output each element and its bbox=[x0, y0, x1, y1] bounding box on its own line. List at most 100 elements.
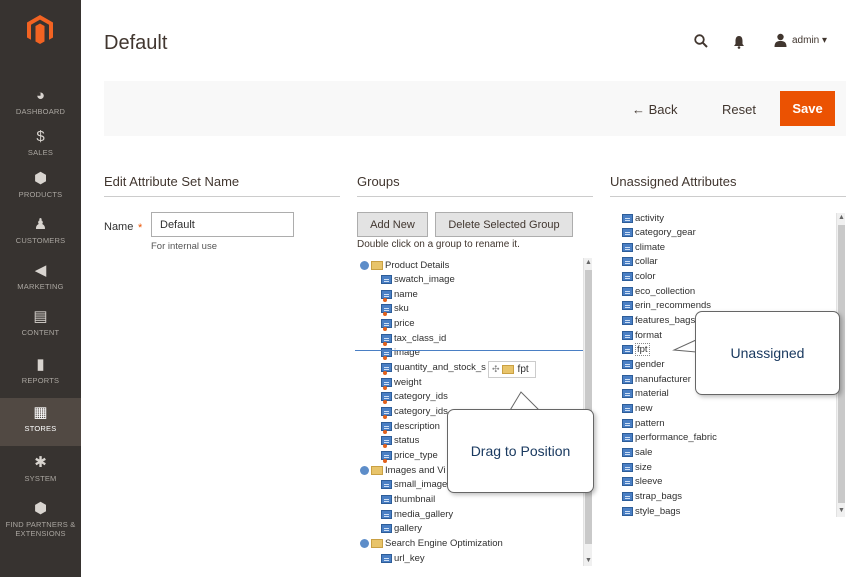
sidebar-item-dashboard[interactable]: ◕ DASHBOARD bbox=[0, 87, 81, 133]
tree-group[interactable]: Search Engine Optimization bbox=[360, 536, 503, 550]
tree-attribute[interactable]: url_key bbox=[381, 551, 425, 565]
reset-button[interactable]: Reset bbox=[722, 102, 756, 117]
bar-chart-icon: ▮ bbox=[36, 356, 45, 373]
unassigned-attribute[interactable]: style_bags bbox=[622, 504, 680, 518]
unassigned-attribute[interactable]: sale bbox=[622, 445, 652, 459]
unassigned-attribute[interactable]: strap_bags bbox=[622, 489, 682, 503]
sidebar-item-products[interactable]: ⬢ PRODUCTS bbox=[0, 170, 81, 216]
unassigned-attribute[interactable]: erin_recommends bbox=[622, 299, 711, 313]
tree-group[interactable]: Images and Vi bbox=[360, 463, 446, 477]
drag-proxy[interactable]: ✣ fpt bbox=[488, 361, 536, 378]
sidebar-item-system[interactable]: ✱ SYSTEM bbox=[0, 454, 81, 500]
tree-label: new bbox=[635, 402, 653, 414]
user-menu[interactable]: admin ▾ bbox=[774, 33, 827, 47]
sidebar-item-reports[interactable]: ▮ REPORTS bbox=[0, 356, 81, 402]
scroll-up-icon[interactable]: ▲ bbox=[838, 214, 845, 221]
tree-attribute[interactable]: media_gallery bbox=[381, 507, 453, 521]
tree-label: style_bags bbox=[635, 505, 681, 517]
sidebar-item-sales[interactable]: $ SALES bbox=[0, 128, 81, 174]
bell-icon[interactable] bbox=[733, 35, 745, 49]
page-title: Default bbox=[104, 32, 168, 54]
add-new-group-button[interactable]: Add New bbox=[357, 212, 428, 237]
unassigned-attribute[interactable]: collar bbox=[622, 255, 658, 269]
sidebar-item-marketing[interactable]: ◀ MARKETING bbox=[0, 262, 81, 308]
tree-attribute[interactable]: description bbox=[381, 419, 440, 434]
attribute-icon bbox=[381, 553, 392, 563]
tree-label: erin_recommends bbox=[635, 300, 712, 312]
attribute-icon bbox=[622, 374, 633, 384]
unassigned-attribute[interactable]: format bbox=[622, 328, 662, 342]
magento-logo-icon[interactable] bbox=[26, 14, 54, 46]
attribute-icon bbox=[381, 407, 392, 419]
tree-attribute[interactable]: thumbnail bbox=[381, 492, 435, 506]
unassigned-attribute[interactable]: climate bbox=[622, 240, 665, 254]
tree-attribute[interactable]: weight bbox=[381, 375, 421, 390]
sidebar-item-label: FIND PARTNERS & EXTENSIONS bbox=[5, 520, 76, 538]
attribute-icon bbox=[622, 228, 633, 238]
scroll-down-icon[interactable]: ▼ bbox=[585, 557, 592, 564]
attribute-icon bbox=[622, 272, 633, 282]
unassigned-attribute[interactable]: performance_fabric bbox=[622, 431, 717, 445]
unassigned-attribute[interactable]: material bbox=[622, 387, 669, 401]
tree-attribute[interactable]: name bbox=[381, 287, 418, 302]
expand-icon[interactable] bbox=[360, 538, 369, 548]
sidebar-item-stores[interactable]: ▦ STORES bbox=[0, 398, 81, 446]
tree-attribute[interactable]: gallery bbox=[381, 522, 422, 536]
unassigned-attribute[interactable]: fpt bbox=[622, 343, 650, 357]
tree-label: Search Engine Optimization bbox=[385, 537, 503, 549]
tree-attribute[interactable]: swatch_image bbox=[381, 273, 455, 287]
groups-hint: Double click on a group to rename it. bbox=[357, 239, 520, 250]
tree-label: category_ids bbox=[394, 406, 448, 417]
attribute-icon bbox=[622, 345, 633, 355]
unassigned-attribute[interactable]: color bbox=[622, 270, 656, 284]
unassigned-attribute[interactable]: activity bbox=[622, 211, 664, 225]
expand-icon[interactable] bbox=[360, 465, 369, 475]
sidebar-item-content[interactable]: ▤ CONTENT bbox=[0, 308, 81, 354]
unassigned-attribute[interactable]: features_bags bbox=[622, 314, 695, 328]
tree-attribute[interactable]: image bbox=[381, 346, 420, 361]
tree-label: price bbox=[394, 318, 415, 330]
tree-attribute[interactable]: category_ids bbox=[381, 405, 448, 419]
tree-attribute[interactable]: quantity_and_stock_s bbox=[381, 361, 486, 376]
tree-attribute[interactable]: tax_class_id bbox=[381, 331, 446, 346]
attribute-set-name-input[interactable] bbox=[151, 212, 294, 237]
tree-label: small_image bbox=[394, 479, 448, 491]
scroll-down-icon[interactable]: ▼ bbox=[838, 507, 845, 514]
expand-icon[interactable] bbox=[360, 260, 369, 270]
scroll-up-icon[interactable]: ▲ bbox=[585, 259, 592, 266]
attribute-icon bbox=[622, 506, 633, 516]
groups-scroll-thumb[interactable] bbox=[585, 270, 592, 544]
delete-selected-group-button[interactable]: Delete Selected Group bbox=[435, 212, 573, 237]
groups-heading: Groups bbox=[357, 174, 400, 189]
tree-attribute[interactable]: category_ids bbox=[381, 390, 448, 405]
unassigned-attribute[interactable]: new bbox=[622, 401, 652, 415]
tree-attribute[interactable]: small_image bbox=[381, 478, 447, 492]
unassigned-attribute[interactable]: sleeve bbox=[622, 475, 662, 489]
tree-label: manufacturer bbox=[635, 373, 691, 385]
tree-group[interactable]: Product Details bbox=[360, 258, 449, 272]
sidebar-item-customers[interactable]: ♟ CUSTOMERS bbox=[0, 216, 81, 262]
unassigned-attribute[interactable]: pattern bbox=[622, 416, 665, 430]
person-icon: ♟ bbox=[33, 216, 48, 233]
tree-attribute[interactable]: price bbox=[381, 317, 415, 332]
save-button[interactable]: Save bbox=[780, 91, 835, 126]
tree-attribute[interactable]: status bbox=[381, 434, 419, 449]
tree-attribute[interactable]: price_type bbox=[381, 448, 438, 463]
sidebar-item-label: REPORTS bbox=[21, 376, 60, 385]
unassigned-attribute[interactable]: eco_collection bbox=[622, 284, 695, 298]
unassigned-attribute[interactable]: manufacturer bbox=[622, 372, 691, 386]
drag-callout: Drag to Position bbox=[447, 409, 594, 493]
tree-label: climate bbox=[635, 241, 666, 253]
tree-attribute[interactable]: sku bbox=[381, 302, 409, 317]
sidebar-item-find[interactable]: ⬢ FIND PARTNERS & EXTENSIONS bbox=[0, 500, 81, 546]
search-icon[interactable] bbox=[694, 34, 708, 48]
attribute-icon bbox=[381, 392, 392, 405]
attribute-icon bbox=[622, 447, 633, 457]
attribute-icon bbox=[381, 275, 392, 285]
edit-name-heading: Edit Attribute Set Name bbox=[104, 174, 240, 189]
unassigned-attribute[interactable]: gender bbox=[622, 358, 665, 372]
back-button[interactable]: ← Back bbox=[632, 102, 678, 117]
unassigned-attribute[interactable]: category_gear bbox=[622, 226, 696, 240]
unassigned-attribute[interactable]: size bbox=[622, 460, 652, 474]
folder-icon bbox=[371, 465, 383, 475]
